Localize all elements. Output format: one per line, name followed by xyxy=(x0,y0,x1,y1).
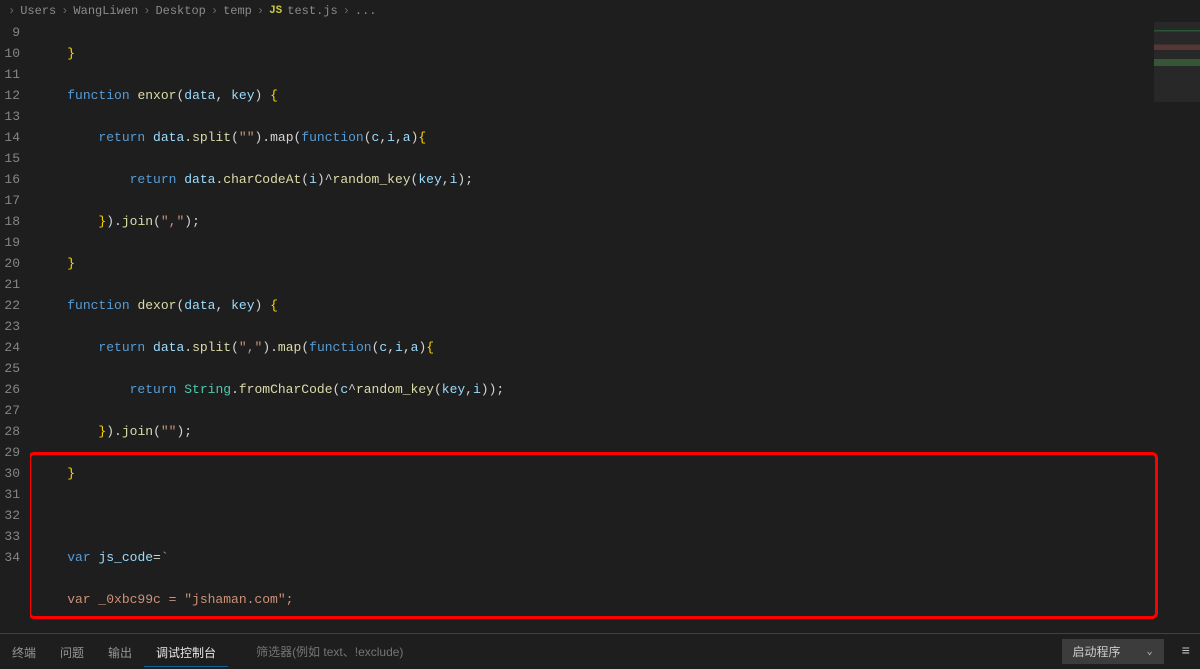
chevron-right-icon: › xyxy=(211,4,218,18)
chevron-down-icon: ⌄ xyxy=(1147,646,1153,658)
breadcrumb-seg[interactable]: Desktop xyxy=(155,4,205,18)
chevron-right-icon: › xyxy=(257,4,264,18)
line-number-gutter: 9101112131415161718192021222324252627282… xyxy=(0,22,30,627)
tab-output[interactable]: 输出 xyxy=(96,637,144,667)
launch-select[interactable]: 启动程序 ⌄ xyxy=(1062,639,1164,664)
breadcrumb-more[interactable]: ... xyxy=(355,4,377,18)
filter-box[interactable] xyxy=(256,645,676,659)
js-file-icon: JS xyxy=(269,5,282,17)
tab-terminal[interactable]: 终端 xyxy=(0,637,48,667)
filter-input[interactable] xyxy=(256,645,676,659)
chevron-right-icon: › xyxy=(343,4,350,18)
panel-actions: ≡ xyxy=(1172,644,1200,660)
minimap[interactable] xyxy=(1154,22,1200,102)
breadcrumb-seg[interactable]: Users xyxy=(20,4,56,18)
breadcrumb-seg[interactable]: temp xyxy=(223,4,252,18)
breadcrumb-seg[interactable]: WangLiwen xyxy=(73,4,138,18)
clear-icon[interactable]: ≡ xyxy=(1182,644,1190,660)
code-editor[interactable]: 9101112131415161718192021222324252627282… xyxy=(0,22,1200,627)
bottom-panel: 终端 问题 输出 调试控制台 启动程序 ⌄ ≡ xyxy=(0,633,1200,669)
code-content[interactable]: } function enxor(data, key) { return dat… xyxy=(30,22,1200,627)
breadcrumb: › Users › WangLiwen › Desktop › temp › J… xyxy=(0,0,1200,22)
launch-config: 启动程序 ⌄ xyxy=(1062,639,1164,664)
panel-tabs: 终端 问题 输出 调试控制台 xyxy=(0,637,228,667)
chevron-right-icon: › xyxy=(61,4,68,18)
breadcrumb-file[interactable]: test.js xyxy=(287,4,337,18)
tab-debug-console[interactable]: 调试控制台 xyxy=(144,637,228,667)
chevron-right-icon: › xyxy=(8,4,15,18)
chevron-right-icon: › xyxy=(143,4,150,18)
launch-label: 启动程序 xyxy=(1073,643,1121,660)
tab-problems[interactable]: 问题 xyxy=(48,637,96,667)
